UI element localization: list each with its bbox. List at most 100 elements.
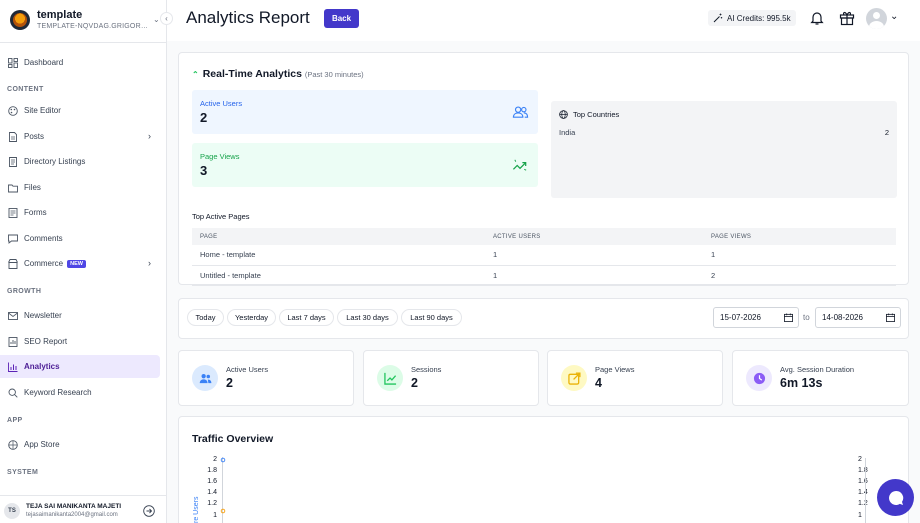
realtime-subtitle: (Past 30 minutes) bbox=[304, 70, 364, 79]
cell-page-views: 2 bbox=[703, 265, 896, 286]
range-yesterday-button[interactable]: Yesterday bbox=[227, 309, 276, 326]
calendar-icon[interactable] bbox=[886, 313, 895, 322]
collapse-sidebar-button[interactable]: ‹ bbox=[160, 12, 173, 25]
workspace-switcher[interactable]: template TEMPLATE-NQVDAG.GRIGOR… ⌄ bbox=[8, 8, 160, 32]
back-button[interactable]: Back bbox=[324, 9, 359, 28]
palette-icon bbox=[7, 105, 18, 116]
top-active-pages-title: Top Active Pages bbox=[192, 212, 250, 221]
chart-right-axis bbox=[865, 458, 866, 523]
sidebar-item-forms[interactable]: Forms bbox=[0, 201, 160, 224]
range-30-days-button[interactable]: Last 30 days bbox=[337, 309, 398, 326]
cell-page: Home - template bbox=[192, 245, 485, 266]
apps-icon bbox=[7, 439, 18, 450]
y-tick: 2 bbox=[213, 456, 217, 463]
trend-sparkle-icon bbox=[512, 159, 527, 171]
y-axis-label: re Users bbox=[193, 496, 200, 523]
y-tick: 1.8 bbox=[207, 467, 217, 474]
logout-icon[interactable] bbox=[143, 505, 155, 517]
calendar-icon[interactable] bbox=[784, 313, 793, 322]
active-users-value: 2 bbox=[200, 110, 208, 125]
globe-icon bbox=[559, 110, 568, 119]
users-icon bbox=[512, 106, 529, 118]
dashboard-icon bbox=[7, 57, 18, 68]
sidebar-item-label: App Store bbox=[24, 440, 60, 449]
active-users-label: Active Users bbox=[200, 99, 243, 108]
start-date-input[interactable]: 15-07-2026 bbox=[713, 307, 799, 328]
chevron-down-icon[interactable]: ⌄ bbox=[890, 11, 898, 22]
range-90-days-button[interactable]: Last 90 days bbox=[401, 309, 462, 326]
section-system-label: SYSTEM bbox=[7, 469, 39, 476]
page-title: Analytics Report bbox=[186, 8, 310, 27]
date-range-card: Today Yesterday Last 7 days Last 30 days… bbox=[178, 298, 909, 339]
sidebar-item-label: SEO Report bbox=[24, 337, 68, 346]
date-to-label: to bbox=[803, 313, 810, 322]
user-profile[interactable]: TS TEJA SAI MANIKANTA MAJETI tejasaimani… bbox=[0, 495, 166, 523]
chevron-down-icon[interactable]: ⌄ bbox=[153, 15, 160, 24]
realtime-analytics-card: ⌃ Real-Time Analytics (Past 30 minutes) A… bbox=[178, 52, 909, 286]
folder-icon bbox=[7, 182, 18, 193]
sidebar-item-keyword-research[interactable]: Keyword Research bbox=[0, 381, 160, 404]
comment-icon bbox=[7, 233, 18, 244]
table-header-row: PAGE ACTIVE USERS PAGE VIEWS bbox=[192, 228, 896, 245]
bar-chart-icon bbox=[7, 361, 18, 372]
section-app-label: APP bbox=[7, 417, 23, 424]
sidebar-item-comments[interactable]: Comments bbox=[0, 227, 160, 250]
gift-icon[interactable] bbox=[839, 10, 855, 26]
metric-value: 4 bbox=[595, 376, 602, 390]
metric-value: 6m 13s bbox=[780, 376, 823, 390]
sidebar-item-label: Files bbox=[24, 183, 41, 192]
y-tick: 1.6 bbox=[207, 478, 217, 485]
sidebar-item-analytics[interactable]: Analytics bbox=[0, 355, 160, 378]
column-header-page-views: PAGE VIEWS bbox=[703, 228, 896, 245]
range-7-days-button[interactable]: Last 7 days bbox=[279, 309, 334, 326]
page-views-label: Page Views bbox=[200, 152, 240, 161]
sidebar-item-directory-listings[interactable]: Directory Listings bbox=[0, 150, 160, 173]
sidebar-item-seo-report[interactable]: SEO Report bbox=[0, 330, 160, 353]
sidebar-item-label: Newsletter bbox=[24, 311, 62, 320]
magic-wand-icon bbox=[713, 13, 723, 23]
realtime-active-users: Active Users 2 bbox=[192, 90, 538, 134]
profile-avatar[interactable] bbox=[866, 8, 887, 29]
sidebar-item-posts[interactable]: Posts › bbox=[0, 125, 160, 148]
avatar: TS bbox=[4, 503, 20, 519]
ai-credits-text: AI Credits: 995.5k bbox=[727, 13, 791, 23]
range-today-button[interactable]: Today bbox=[187, 309, 224, 326]
sidebar-item-label: Directory Listings bbox=[24, 157, 86, 166]
top-countries-label: Top Countries bbox=[573, 110, 620, 119]
metric-value: 2 bbox=[411, 376, 418, 390]
metric-label: Sessions bbox=[411, 365, 442, 374]
top-countries-header: Top Countries bbox=[559, 110, 619, 119]
chart-left-axis bbox=[220, 457, 226, 523]
column-header-active-users: ACTIVE USERS bbox=[485, 228, 703, 245]
sidebar-item-app-store[interactable]: App Store bbox=[0, 433, 160, 456]
workspace-subtitle: TEMPLATE-NQVDAG.GRIGOR… bbox=[37, 23, 147, 30]
sidebar-item-files[interactable]: Files bbox=[0, 176, 160, 199]
section-growth-label: GROWTH bbox=[7, 288, 42, 295]
ai-credits-badge[interactable]: AI Credits: 995.5k bbox=[708, 10, 796, 26]
cell-active-users: 1 bbox=[485, 245, 703, 266]
end-date-value: 14-08-2026 bbox=[822, 313, 863, 322]
metric-sessions: Sessions 2 bbox=[363, 350, 539, 406]
bell-icon[interactable] bbox=[809, 10, 825, 26]
sidebar-item-dashboard[interactable]: Dashboard bbox=[0, 51, 160, 74]
cell-page-views: 1 bbox=[703, 245, 896, 266]
sidebar-item-site-editor[interactable]: Site Editor bbox=[0, 99, 160, 122]
divider bbox=[0, 42, 167, 43]
users-icon bbox=[192, 365, 218, 391]
sidebar-item-newsletter[interactable]: Newsletter bbox=[0, 304, 160, 327]
traffic-overview-card: Traffic Overview bbox=[178, 416, 909, 523]
workspace-logo bbox=[10, 10, 30, 30]
end-date-input[interactable]: 14-08-2026 bbox=[815, 307, 901, 328]
clock-icon bbox=[746, 365, 772, 391]
user-email: tejasaimanikanta2004@gmail.com bbox=[26, 512, 118, 518]
chat-support-button[interactable] bbox=[877, 479, 914, 516]
realtime-title: ⌃ Real-Time Analytics (Past 30 minutes) bbox=[192, 68, 364, 80]
sidebar-item-label: Forms bbox=[24, 208, 47, 217]
cell-page: Untitled - template bbox=[192, 265, 485, 286]
sidebar-item-commerce[interactable]: Commerce NEW › bbox=[0, 252, 160, 275]
realtime-title-text: Real-Time Analytics bbox=[202, 68, 302, 80]
column-header-page: PAGE bbox=[192, 228, 485, 245]
cell-active-users: 1 bbox=[485, 265, 703, 286]
top-countries-panel: Top Countries India 2 bbox=[551, 101, 897, 198]
workspace-name: template bbox=[37, 9, 83, 21]
